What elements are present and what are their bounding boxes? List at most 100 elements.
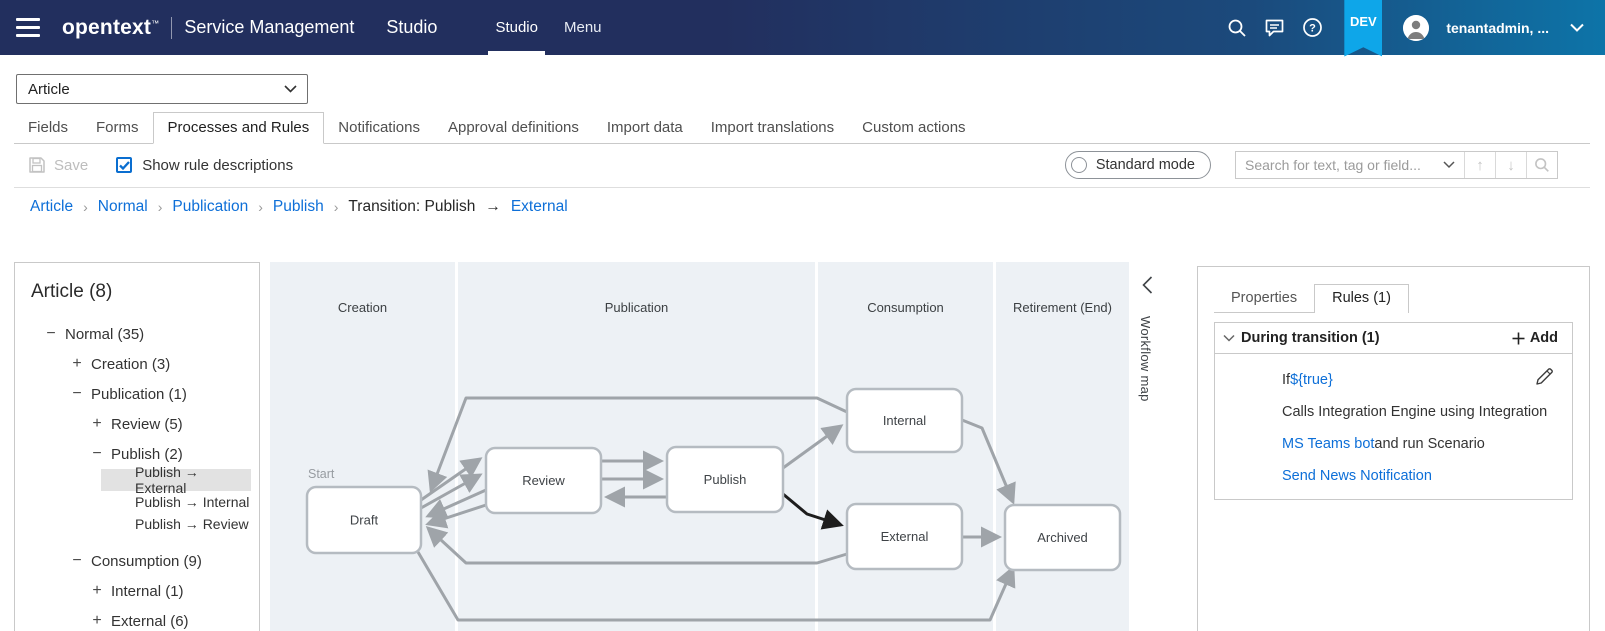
tree-item-label: Creation (3) [91, 355, 171, 373]
node-external[interactable]: External [845, 502, 964, 571]
node-label: Archived [1037, 530, 1088, 545]
nav-tab-menu[interactable]: Menu [564, 0, 602, 55]
rules-panel: Properties Rules (1) During transition (… [1197, 266, 1590, 631]
node-label: Publish [704, 472, 747, 487]
expand-icon[interactable]: + [69, 355, 85, 373]
node-review[interactable]: Review [484, 446, 603, 515]
rule-link-send-news-notification[interactable]: Send News Notification [1282, 468, 1432, 484]
expand-icon[interactable]: + [89, 582, 105, 600]
tree-node-publication-1[interactable]: − Publication (1) [31, 379, 259, 409]
standard-mode-toggle[interactable]: Standard mode [1064, 151, 1211, 179]
tab-fields[interactable]: Fields [14, 113, 82, 143]
tab-notifications[interactable]: Notifications [324, 113, 434, 143]
breadcrumb-separator: › [157, 199, 163, 215]
avatar[interactable] [1403, 14, 1430, 41]
tab-import-data[interactable]: Import data [593, 113, 697, 143]
workflow-map-svg: Creation Publication Consumption Retirement… [270, 262, 1129, 631]
record-type-select[interactable]: Article [16, 74, 308, 104]
breadcrumb-link-publication[interactable]: Publication [172, 198, 248, 216]
user-menu-chevron-icon[interactable] [1566, 17, 1587, 38]
node-internal[interactable]: Internal [845, 387, 964, 454]
opentext-logo[interactable]: opentext™ [62, 16, 159, 40]
search-next-button[interactable]: ↓ [1495, 152, 1526, 178]
breadcrumb-separator: › [258, 199, 263, 215]
tree-node-review-5[interactable]: + Review (5) [31, 409, 259, 439]
hamburger-menu-icon[interactable] [16, 18, 40, 37]
node-archived[interactable]: Archived [1003, 503, 1122, 572]
save-button[interactable]: Save [28, 156, 88, 174]
save-icon [29, 157, 45, 173]
tree-node-normal-35[interactable]: − Normal (35) [31, 319, 259, 349]
lane-label-creation: Creation [338, 300, 387, 315]
expand-icon[interactable]: + [89, 415, 105, 433]
add-rule-button[interactable]: Add [1512, 330, 1558, 346]
tab-processes-and-rules[interactable]: Processes and Rules [152, 112, 325, 144]
rule-link-true[interactable]: ${true} [1290, 372, 1333, 388]
tree-transition-publish-external[interactable]: Publish → External [101, 464, 251, 496]
toolbar-right: Standard mode Search for text, tag or fi… [1064, 151, 1558, 179]
workflow-map-label[interactable]: Workflow map [1138, 316, 1153, 402]
tree-item-label: Publish → Review [135, 516, 249, 532]
help-icon[interactable]: ? [1302, 17, 1323, 38]
edit-rule-pencil-icon[interactable] [1535, 367, 1554, 391]
node-publish[interactable]: Publish [665, 445, 785, 514]
collapse-icon[interactable]: − [69, 552, 85, 570]
tree-transition-publish-internal[interactable]: Publish → Internal [101, 491, 251, 513]
search-prev-button[interactable]: ↑ [1464, 152, 1495, 178]
tree-node-consumption-9[interactable]: − Consumption (9) [31, 546, 259, 576]
tab-properties[interactable]: Properties [1214, 285, 1315, 313]
username[interactable]: tenantadmin, ... [1446, 20, 1549, 36]
chevron-down-icon [284, 85, 297, 93]
radio-icon [1070, 157, 1087, 173]
lane-label-publication: Publication [605, 300, 669, 315]
tree-node-creation-3[interactable]: + Creation (3) [31, 349, 259, 379]
tab-approval-definitions[interactable]: Approval definitions [434, 113, 593, 143]
tab-custom-actions[interactable]: Custom actions [848, 113, 979, 143]
during-transition-header: During transition (1) Add [1215, 323, 1572, 354]
expand-icon[interactable]: + [89, 612, 105, 630]
show-rule-descriptions-toggle[interactable]: Show rule descriptions [116, 157, 293, 174]
lane-label-consumption: Consumption [867, 300, 944, 315]
nav-tab-studio[interactable]: Studio [488, 0, 545, 55]
rule-link-ms-teams-bot[interactable]: MS Teams bot [1282, 436, 1374, 452]
breadcrumb-link-publish[interactable]: Publish [273, 198, 324, 216]
tab-import-translations[interactable]: Import translations [697, 113, 848, 143]
breadcrumb-target-link[interactable]: External [511, 198, 568, 216]
tree-item-label: Publish → Internal [135, 494, 250, 510]
tree-title: Article (8) [31, 281, 113, 302]
breadcrumb-link-article[interactable]: Article [30, 198, 73, 216]
tree-transition-publish-review[interactable]: Publish → Review [101, 513, 251, 535]
nav-tabs: Studio Menu [488, 0, 602, 55]
collapse-icon[interactable]: − [43, 325, 59, 343]
section-collapse-chevron-icon[interactable] [1223, 334, 1235, 342]
search-icon[interactable] [1226, 17, 1247, 38]
rule-text: and run Scenario [1374, 436, 1485, 452]
breadcrumb-current: Transition: Publish [348, 198, 476, 215]
feedback-icon[interactable] [1264, 17, 1285, 38]
toolbar-left: Save Show rule descriptions [28, 156, 293, 174]
tab-rules[interactable]: Rules (1) [1314, 284, 1409, 313]
tree-items: − Normal (35) + Creation (3) − Publication (1… [31, 319, 259, 631]
plus-icon [1512, 332, 1525, 344]
collapse-icon[interactable]: − [69, 385, 85, 403]
search-placeholder: Search for text, tag or field... [1245, 157, 1421, 173]
tree-node-internal-1[interactable]: + Internal (1) [31, 576, 259, 606]
transition-arrow: → [485, 198, 501, 215]
search-go-button[interactable] [1526, 152, 1557, 178]
studio-tabs: Fields Forms Processes and Rules Notificati… [14, 112, 1590, 144]
collapse-map-chevron-icon[interactable] [1142, 276, 1153, 299]
during-transition-title: During transition (1) [1241, 330, 1380, 346]
node-draft[interactable]: Draft [305, 485, 423, 555]
breadcrumb-link-normal[interactable]: Normal [98, 198, 148, 216]
search-input[interactable]: Search for text, tag or field... [1236, 152, 1464, 178]
environment-badge[interactable]: DEV [1344, 0, 1383, 57]
rule-line-4: Send News Notification [1282, 460, 1556, 492]
tab-forms[interactable]: Forms [82, 113, 153, 143]
tree-node-external-6[interactable]: + External (6) [31, 606, 259, 631]
checkbox-checked-icon[interactable] [116, 157, 133, 173]
nav-divider [171, 16, 173, 39]
breadcrumb: Article › Normal › Publication › Publish › Tran… [30, 194, 568, 220]
collapse-icon[interactable]: − [89, 445, 105, 463]
tree-item-label: Consumption (9) [91, 552, 202, 570]
rule-line-3: MS Teams bot and run Scenario [1282, 428, 1556, 460]
